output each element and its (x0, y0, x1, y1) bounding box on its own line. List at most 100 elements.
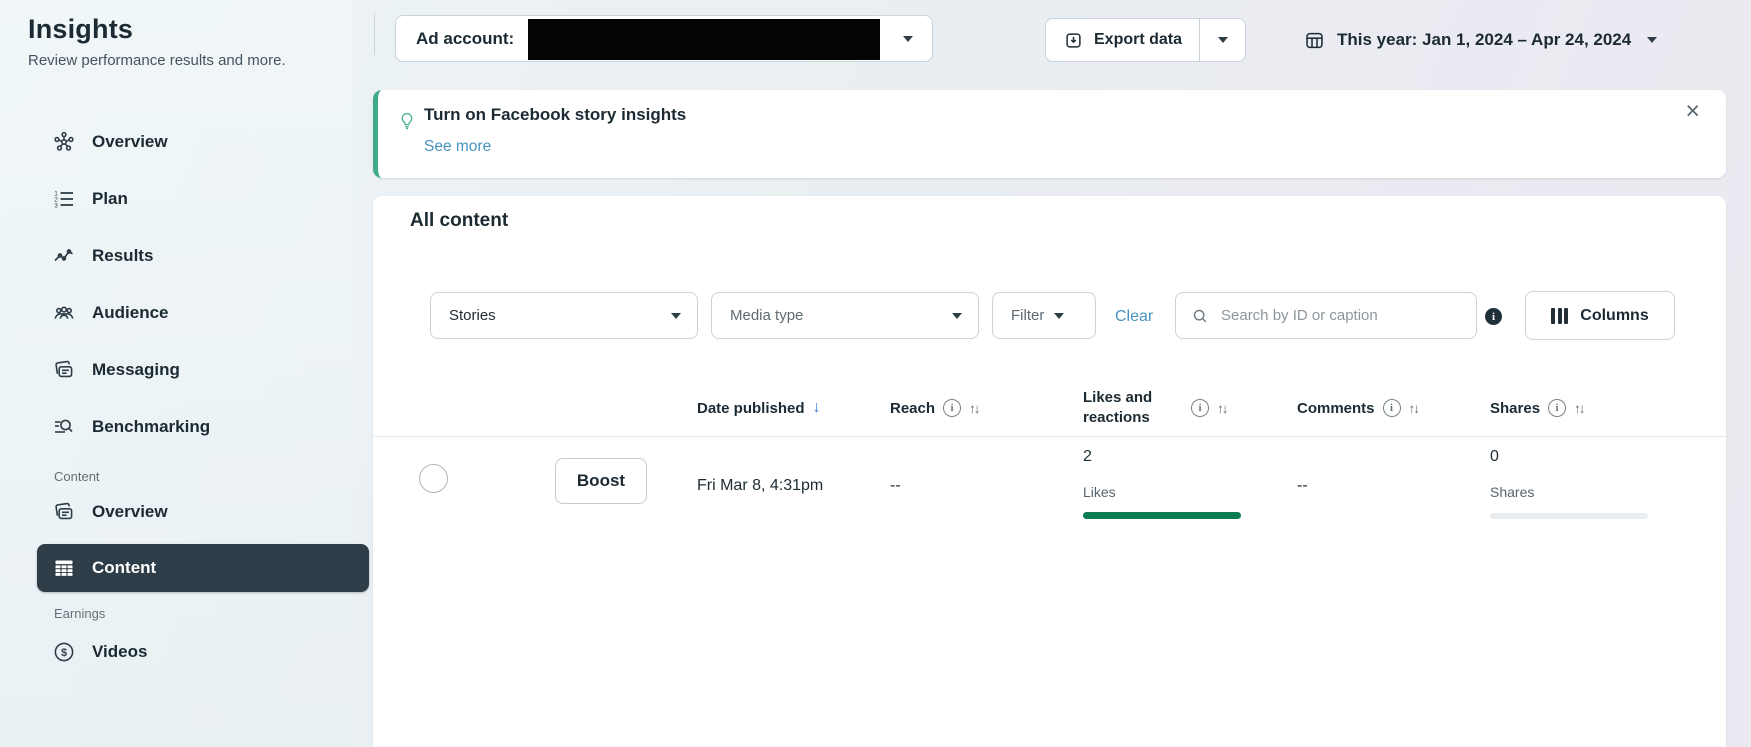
sidebar-item-plan[interactable]: 1 2 3 Plan (0, 170, 352, 227)
sidebar-item-label: Messaging (92, 359, 180, 379)
cards-icon (52, 500, 76, 524)
ad-account-value-redacted (528, 19, 880, 60)
sidebar-item-audience[interactable]: Audience (0, 284, 352, 341)
dollar-circle-icon: $ (52, 640, 76, 664)
media-type-dropdown[interactable]: Media type (711, 292, 979, 339)
sidebar-item-label: Overview (92, 131, 168, 151)
column-header-date-published[interactable]: Date published ↓ (697, 380, 821, 436)
table-header-divider (373, 436, 1726, 437)
page-subtitle: Review performance results and more. (28, 52, 286, 69)
columns-button[interactable]: Columns (1525, 291, 1675, 340)
sidebar-item-label: Audience (92, 302, 169, 322)
page-title: Insights (28, 14, 134, 44)
column-label: Date published (697, 399, 805, 417)
sidebar-item-label: Videos (92, 641, 148, 661)
info-circle-icon[interactable] (1191, 399, 1209, 417)
close-icon[interactable]: × (1685, 99, 1700, 124)
sidebar-item-videos[interactable]: $ Videos (0, 623, 352, 680)
column-header-likes-reactions[interactable]: Likes and reactions ↑↓ (1083, 380, 1228, 436)
filter-label: Filter (1011, 307, 1045, 324)
sidebar-item-results[interactable]: Results (0, 227, 352, 284)
ad-account-label: Ad account: (416, 28, 515, 48)
info-circle-icon[interactable] (943, 399, 962, 417)
info-circle-icon[interactable] (1382, 399, 1401, 417)
topbar-divider (374, 13, 375, 55)
sidebar-item-label: Overview (92, 502, 168, 521)
sort-icon[interactable]: ↑↓ (1409, 401, 1420, 416)
chevron-down-icon (952, 312, 962, 319)
info-circle-icon[interactable] (1548, 399, 1567, 417)
export-data-label: Export data (1094, 31, 1183, 48)
sidebar-section-content: Content (54, 469, 100, 484)
column-header-shares[interactable]: Shares ↑↓ (1490, 380, 1585, 436)
sort-icon[interactable]: ↑↓ (1217, 401, 1228, 416)
chevron-down-icon (1054, 312, 1065, 319)
sidebar-item-label: Content (92, 558, 157, 577)
svg-text:$: $ (61, 646, 67, 658)
info-icon[interactable] (1485, 308, 1502, 325)
story-insights-banner: Turn on Facebook story insights See more… (373, 90, 1726, 178)
all-content-card: All content Stories Media type Filter Cl… (373, 196, 1726, 747)
sidebar-item-label: Results (92, 245, 154, 265)
cell-shares-value: 0 (1490, 448, 1499, 465)
columns-label: Columns (1580, 306, 1649, 324)
cell-shares-label: Shares (1490, 484, 1535, 500)
download-icon (1063, 30, 1084, 51)
boost-button[interactable]: Boost (555, 458, 647, 504)
clear-filters-link[interactable]: Clear (1115, 308, 1153, 326)
sidebar-item-label: Benchmarking (92, 416, 211, 436)
cards-icon (52, 358, 76, 382)
column-header-reach[interactable]: Reach ↑↓ (890, 380, 980, 436)
ordered-list-icon: 1 2 3 (52, 187, 76, 211)
search-input[interactable] (1219, 306, 1464, 325)
chevron-down-icon (671, 312, 681, 319)
sort-icon[interactable]: ↑↓ (1574, 401, 1585, 416)
sidebar-item-overview[interactable]: Overview (0, 113, 352, 170)
chevron-down-icon (1217, 37, 1228, 43)
date-range-label: This year: Jan 1, 2024 – Apr 24, 2024 (1337, 30, 1632, 49)
media-type-placeholder: Media type (730, 307, 804, 324)
lightbulb-icon (396, 109, 418, 132)
svg-text:3: 3 (54, 202, 58, 209)
sidebar-section-earnings: Earnings (54, 606, 106, 621)
export-data-split-button: Export data (1045, 18, 1247, 62)
chevron-down-icon (903, 36, 913, 42)
search-icon (1190, 306, 1210, 326)
row-checkbox[interactable] (419, 464, 448, 493)
ad-account-dropdown[interactable]: Ad account: (395, 15, 933, 62)
sidebar-nav: Overview 1 2 3 Plan Results Audience Mes… (0, 113, 369, 680)
sort-icon[interactable]: ↑↓ (969, 401, 980, 416)
column-label: Comments (1297, 399, 1375, 417)
insights-page: Insights Review performance results and … (0, 0, 1751, 747)
export-options-button[interactable] (1200, 19, 1245, 61)
date-range-picker[interactable]: This year: Jan 1, 2024 – Apr 24, 2024 (1303, 24, 1658, 56)
sidebar-item-benchmarking[interactable]: Benchmarking (0, 398, 352, 455)
banner-see-more-link[interactable]: See more (424, 138, 491, 156)
column-header-comments[interactable]: Comments ↑↓ (1297, 380, 1420, 436)
sidebar-item-content-overview[interactable]: Overview (0, 486, 352, 538)
sidebar-item-content[interactable]: Content (37, 544, 369, 592)
banner-title: Turn on Facebook story insights (424, 105, 687, 124)
column-label: Shares (1490, 399, 1541, 417)
column-label: Likes and reactions (1083, 388, 1153, 426)
sort-descending-icon: ↓ (812, 399, 821, 416)
cell-reach: -- (890, 477, 901, 494)
shares-progress-bar (1490, 513, 1648, 519)
export-data-button[interactable]: Export data (1046, 19, 1199, 61)
calendar-icon (1303, 29, 1326, 52)
sidebar-item-label: Plan (92, 188, 128, 208)
table-icon (52, 556, 76, 580)
post-type-value: Stories (449, 307, 496, 324)
post-type-dropdown[interactable]: Stories (430, 292, 698, 339)
chevron-down-icon (1647, 37, 1658, 43)
column-label: Reach (890, 399, 936, 417)
people-icon (52, 301, 76, 325)
cell-likes-label: Likes (1083, 484, 1116, 500)
benchmark-search-icon (52, 415, 76, 439)
line-chart-icon (52, 244, 76, 268)
filter-dropdown[interactable]: Filter (992, 292, 1096, 339)
search-box (1175, 292, 1477, 339)
sidebar: Insights Review performance results and … (0, 0, 369, 747)
cell-likes-value: 2 (1083, 448, 1092, 465)
sidebar-item-messaging[interactable]: Messaging (0, 341, 352, 398)
